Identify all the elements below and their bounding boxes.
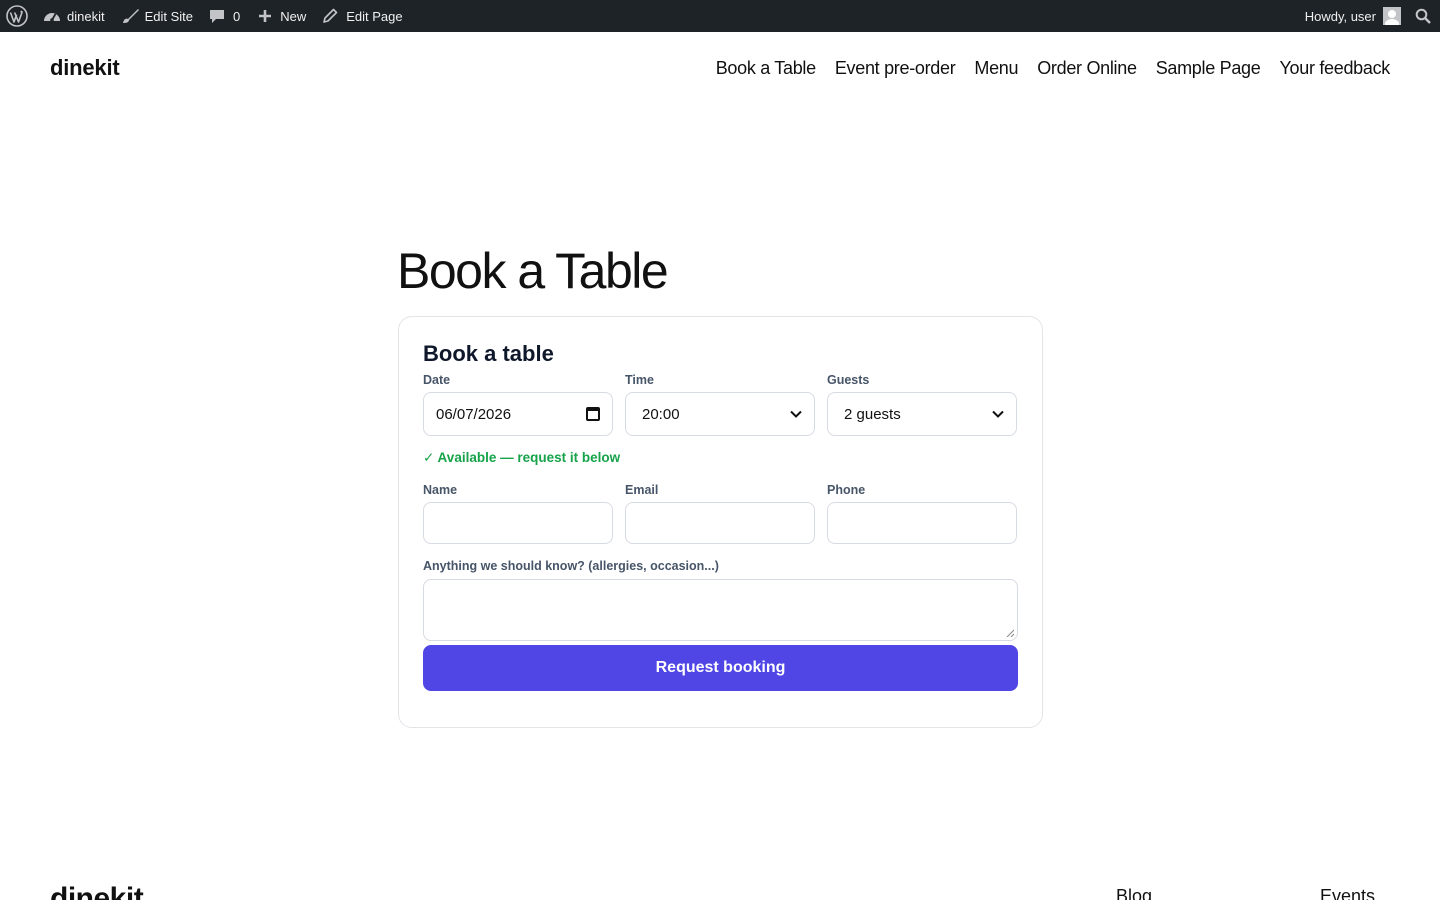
time-value: 20:00 (642, 405, 680, 423)
guests-select[interactable]: 2 guests (827, 392, 1017, 436)
admin-search-button[interactable] (1411, 0, 1440, 32)
resize-handle-icon[interactable] (1006, 629, 1014, 637)
nav-item-menu[interactable]: Menu (974, 58, 1018, 79)
brush-icon (122, 9, 139, 23)
date-input[interactable]: 06/07/2026 (423, 392, 613, 436)
plus-icon (259, 10, 272, 22)
footer-site-title[interactable]: dinekit (50, 882, 144, 900)
request-booking-button[interactable]: Request booking (423, 645, 1018, 691)
howdy-label: Howdy, user (1304, 8, 1376, 24)
guests-value: 2 guests (844, 405, 901, 423)
page-title: Book a Table (397, 243, 669, 299)
main-navigation: Book a Table Event pre-order Menu Order … (716, 58, 1391, 79)
edit-site-label: Edit Site (144, 8, 193, 24)
admin-bar-right: Howdy, user (1297, 0, 1440, 32)
edit-page-button[interactable]: Edit Page (314, 0, 410, 32)
new-content-button[interactable]: New (248, 0, 314, 32)
pencil-icon (323, 8, 338, 23)
chevron-down-icon (992, 410, 1004, 418)
phone-field[interactable] (827, 502, 1017, 544)
site-title-link[interactable]: dinekit (50, 55, 120, 81)
date-label: Date (423, 373, 451, 387)
site-header: dinekit Book a Table Event pre-order Men… (0, 32, 1440, 104)
comments-button[interactable]: 0 (201, 0, 248, 32)
footer-link-events[interactable]: Events (1320, 886, 1375, 900)
dashboard-icon (44, 13, 60, 22)
admin-bar-left: dinekit Edit Site 0 New Edit Page (0, 0, 411, 32)
comment-icon (210, 10, 224, 23)
date-value: 06/07/2026 (436, 405, 512, 423)
availability-status: ✓ Available — request it below (423, 450, 621, 465)
my-account-button[interactable]: Howdy, user (1297, 0, 1411, 32)
admin-bar: dinekit Edit Site 0 New Edit Page Howdy,… (0, 0, 1440, 32)
name-field[interactable] (423, 502, 613, 544)
wordpress-icon (6, 5, 28, 27)
chevron-down-icon (790, 410, 802, 418)
booking-form-title: Book a table (423, 341, 554, 366)
booking-form-card: Book a table Date 06/07/2026 Time 20:00 … (398, 316, 1043, 728)
search-icon (1415, 8, 1431, 24)
name-label: Name (423, 483, 458, 497)
calendar-icon[interactable] (586, 407, 600, 421)
footer-link-blog[interactable]: Blog (1116, 886, 1152, 900)
site-name-label: dinekit (67, 8, 105, 24)
new-label: New (280, 8, 307, 24)
notes-textarea[interactable] (423, 579, 1018, 641)
nav-item-sample-page[interactable]: Sample Page (1156, 58, 1261, 79)
guests-label: Guests (827, 373, 870, 387)
site-name-button[interactable]: dinekit (35, 0, 113, 32)
avatar (1383, 7, 1401, 25)
time-label: Time (625, 373, 654, 387)
email-field[interactable] (625, 502, 815, 544)
nav-item-book-a-table[interactable]: Book a Table (716, 58, 816, 79)
notes-label: Anything we should know? (allergies, occ… (423, 559, 719, 573)
phone-label: Phone (827, 483, 866, 497)
nav-item-order-online[interactable]: Order Online (1037, 58, 1137, 79)
edit-site-button[interactable]: Edit Site (113, 0, 201, 32)
edit-page-label: Edit Page (346, 8, 403, 24)
nav-item-event-pre-order[interactable]: Event pre-order (835, 58, 956, 79)
time-select[interactable]: 20:00 (625, 392, 815, 436)
comments-count: 0 (233, 8, 241, 24)
email-label: Email (625, 483, 659, 497)
wordpress-logo-button[interactable] (0, 0, 35, 32)
nav-item-your-feedback[interactable]: Your feedback (1279, 58, 1390, 79)
